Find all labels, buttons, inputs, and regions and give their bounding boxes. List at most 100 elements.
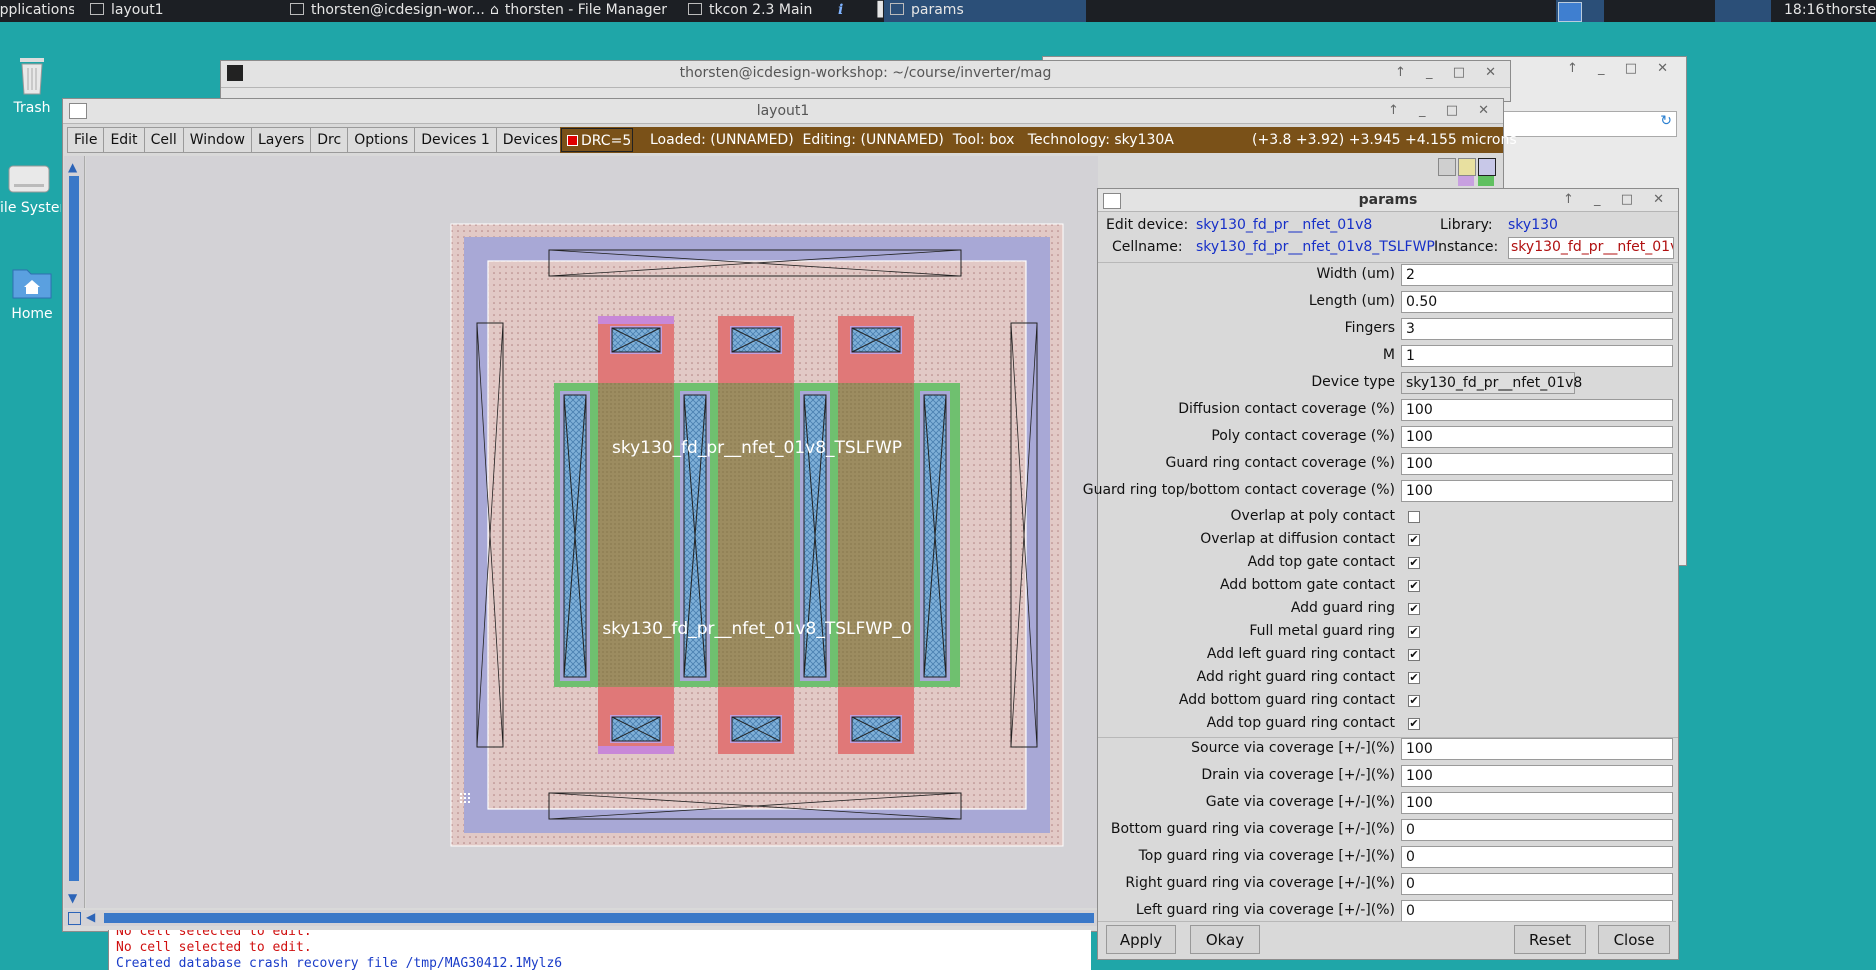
device-type-select[interactable]: sky130_fd_pr__nfet_01v8: [1401, 372, 1582, 394]
layer-swatch[interactable]: [1438, 158, 1456, 176]
menu-file[interactable]: File: [67, 127, 105, 153]
layer-swatch[interactable]: [1458, 158, 1476, 176]
scroll-left-icon[interactable]: ◀: [86, 910, 95, 924]
desktop-trash[interactable]: Trash: [0, 52, 67, 116]
params-dialog[interactable]: params ↑ _ □ ✕ Edit device: sky130_fd_pr…: [1083, 188, 1679, 960]
window-buttons[interactable]: ↑ _ □ ✕: [1563, 188, 1672, 212]
layout-titlebar[interactable]: layout1: [63, 99, 1503, 124]
zoom-box-icon[interactable]: [68, 912, 81, 925]
workspace-1[interactable]: [1558, 2, 1582, 22]
task-layout1[interactable]: layout1: [84, 0, 280, 22]
check-row: Overlap at diffusion contact ✔: [1200, 531, 1420, 547]
guard-ring-tb-contact-input[interactable]: 100: [1401, 480, 1673, 502]
width-input[interactable]: 2: [1401, 264, 1673, 286]
okay-button[interactable]: Okay: [1190, 925, 1260, 954]
clock[interactable]: 18:16: [1784, 0, 1824, 22]
check-row: Add left guard ring contact ✔: [1206, 646, 1420, 662]
location-input[interactable]: ↻: [1503, 111, 1677, 137]
tkcon-console[interactable]: No cell selected to edit. No cell select…: [108, 930, 1091, 970]
menu-layers[interactable]: Layers: [250, 127, 312, 153]
vertical-scroll-thumb[interactable]: [69, 176, 79, 881]
cell-label-bottom: sky130_fd_pr__nfet_01v8_TSLFWP_0: [602, 619, 912, 639]
param-row-top-guard-via: Top guard ring via coverage [+/-](%) 0: [1098, 844, 1678, 871]
drive-icon: [8, 165, 50, 193]
gate-via-input[interactable]: 100: [1401, 792, 1673, 814]
console-line: Created database crash recovery file /tm…: [116, 956, 563, 970]
poly-contact-input[interactable]: 100: [1401, 426, 1673, 448]
layer-swatch[interactable]: [1458, 176, 1474, 186]
menu-cell[interactable]: Cell: [143, 127, 184, 153]
layer-swatch[interactable]: [1478, 158, 1496, 176]
menu-options[interactable]: Options: [347, 127, 416, 153]
terminal-titlebar[interactable]: thorsten@icdesign-workshop: ~/course/inv…: [221, 61, 1510, 88]
top-panel: Applications layout1 thorsten@icdesign-w…: [0, 0, 1876, 22]
window-buttons[interactable]: ↑ _ □ ✕: [1388, 99, 1497, 123]
horizontal-scrollbar[interactable]: ◀: [64, 910, 1098, 926]
layer-palette[interactable]: [1438, 158, 1500, 192]
desktop-home[interactable]: Home: [0, 262, 67, 322]
close-button[interactable]: Close: [1598, 925, 1670, 954]
check-row: Full metal guard ring ✔: [1249, 623, 1420, 639]
guard-ring-contact-input[interactable]: 100: [1401, 453, 1673, 475]
menu-drc[interactable]: Drc: [310, 127, 349, 153]
fingers-input[interactable]: 3: [1401, 318, 1673, 340]
horizontal-scroll-thumb[interactable]: [104, 913, 1094, 923]
vertical-scrollbar[interactable]: ▲ ▼: [64, 156, 85, 908]
dialog-button-bar: [1098, 921, 1676, 959]
diffusion-contact-input[interactable]: 100: [1401, 399, 1673, 421]
task-terminal[interactable]: thorsten@icdesign-wor...: [284, 0, 490, 22]
apply-button[interactable]: Apply: [1106, 925, 1176, 954]
coordinate-readout: (+3.8 +3.92) +3.945 +4.155 microns: [1252, 132, 1517, 148]
check-row: Add top gate contact ✔: [1247, 554, 1420, 570]
layout-cell-drawing[interactable]: [450, 223, 1064, 847]
info-icon[interactable]: i: [832, 0, 866, 22]
window-buttons[interactable]: ↑ _ □ ✕: [1567, 57, 1676, 81]
menu-devices-1[interactable]: Devices 1: [414, 127, 497, 153]
instance-input[interactable]: sky130_fd_pr__nfet_01v8: [1508, 237, 1674, 259]
workspace-switcher[interactable]: [1556, 0, 1604, 22]
drc-indicator[interactable]: DRC=5: [561, 128, 633, 152]
terminal-window[interactable]: thorsten@icdesign-workshop: ~/course/inv…: [220, 60, 1511, 102]
terminal-icon: [290, 3, 304, 15]
task-params[interactable]: params: [884, 0, 1086, 22]
menu-window[interactable]: Window: [182, 127, 252, 153]
full-metal-guard-ring-checkbox[interactable]: ✔: [1408, 626, 1420, 638]
applications-label: Applications: [0, 2, 74, 18]
applications-menu[interactable]: Applications: [0, 0, 74, 22]
scroll-down-icon[interactable]: ▼: [68, 891, 80, 905]
check-row: Add bottom guard ring contact ✔: [1178, 692, 1420, 708]
reset-button[interactable]: Reset: [1514, 925, 1586, 954]
right-guard-contact-checkbox[interactable]: ✔: [1408, 672, 1420, 684]
top-guard-via-input[interactable]: 0: [1401, 846, 1673, 868]
desktop-filesystem[interactable]: File System: [0, 160, 61, 216]
m-input[interactable]: 1: [1401, 345, 1673, 367]
bottom-gate-contact-checkbox[interactable]: ✔: [1408, 580, 1420, 592]
window-icon: [890, 3, 904, 15]
length-input[interactable]: 0.50: [1401, 291, 1673, 313]
overlap-poly-checkbox[interactable]: [1408, 511, 1420, 523]
param-row-m: M1: [1098, 343, 1678, 370]
drain-via-input[interactable]: 100: [1401, 765, 1673, 787]
param-row-bottom-guard-via: Bottom guard ring via coverage [+/-](%) 0: [1098, 817, 1678, 844]
top-guard-contact-checkbox[interactable]: ✔: [1408, 718, 1420, 730]
edit-device-label: Edit device:: [1106, 217, 1189, 233]
task-file-manager[interactable]: ⌂ thorsten - File Manager: [484, 0, 680, 22]
left-guard-contact-checkbox[interactable]: ✔: [1408, 649, 1420, 661]
user-menu[interactable]: thorsten: [1820, 0, 1876, 22]
scroll-up-icon[interactable]: ▲: [68, 160, 80, 174]
bottom-guard-contact-checkbox[interactable]: ✔: [1408, 695, 1420, 707]
right-guard-via-input[interactable]: 0: [1401, 873, 1673, 895]
layer-swatch[interactable]: [1478, 176, 1494, 186]
menu-edit[interactable]: Edit: [103, 127, 145, 153]
bottom-guard-via-input[interactable]: 0: [1401, 819, 1673, 841]
reload-icon[interactable]: ↻: [1660, 113, 1672, 129]
source-via-input[interactable]: 100: [1401, 738, 1673, 760]
param-row-guard-contact: Guard ring contact coverage (%) 100: [1098, 451, 1678, 478]
top-gate-contact-checkbox[interactable]: ✔: [1408, 557, 1420, 569]
guard-ring-checkbox[interactable]: ✔: [1408, 603, 1420, 615]
overlap-diffusion-checkbox[interactable]: ✔: [1408, 534, 1420, 546]
left-guard-via-input[interactable]: 0: [1401, 900, 1673, 922]
desktop-home-label: Home: [11, 306, 53, 322]
window-buttons[interactable]: ↑ _ □ ✕: [1395, 61, 1504, 85]
task-tkcon[interactable]: tkcon 2.3 Main: [682, 0, 838, 22]
